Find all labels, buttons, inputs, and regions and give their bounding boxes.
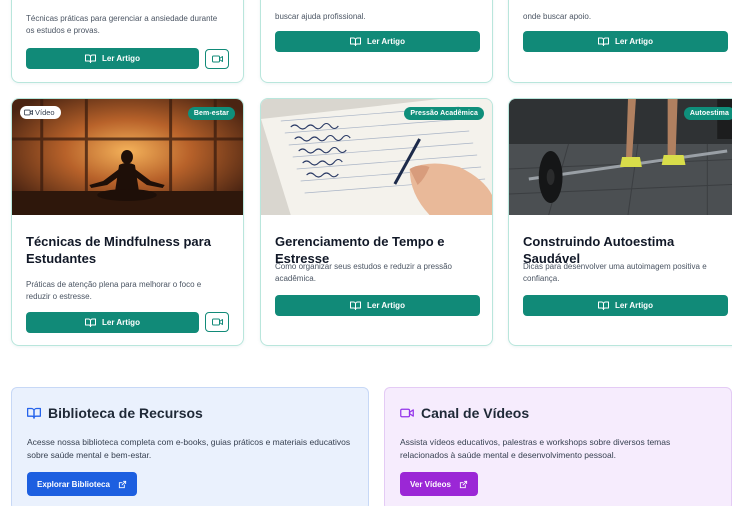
card-description: Como organizar seus estudos e reduzir a … xyxy=(275,262,452,283)
category-badge: Autoestima xyxy=(683,107,732,120)
watch-videos-label: Ver Vídeos xyxy=(410,479,451,489)
video-channel-title: Canal de Vídeos xyxy=(421,405,530,421)
book-open-icon xyxy=(85,54,97,63)
article-card-professional-help: buscar ajuda profissional. Ler Artigo xyxy=(260,0,493,83)
read-article-label: Ler Artigo xyxy=(367,37,405,46)
resource-library-title-row: Biblioteca de Recursos xyxy=(27,405,203,421)
book-open-icon xyxy=(598,301,610,310)
card-description: buscar ajuda profissional. xyxy=(275,12,366,21)
article-card-mindfulness: Vídeo Bem-estar Técnicas de Mindfulness … xyxy=(11,98,244,346)
video-camera-icon xyxy=(24,109,33,116)
article-card-support: onde buscar apoio. Ler Artigo xyxy=(508,0,732,83)
video-camera-icon xyxy=(400,408,414,418)
video-channel-title-row: Canal de Vídeos xyxy=(400,405,529,421)
read-article-label: Ler Artigo xyxy=(615,37,653,46)
read-article-button[interactable]: Ler Artigo xyxy=(26,312,199,333)
read-article-label: Ler Artigo xyxy=(102,318,140,327)
resource-library-description: Acesse nossa biblioteca completa com e-b… xyxy=(27,437,351,460)
card-description: Dicas para desenvolver uma autoimagem po… xyxy=(523,262,707,283)
book-open-icon xyxy=(598,37,610,46)
article-card-self-esteem: Autoestima Construindo Autoestima Saudáv… xyxy=(508,98,732,346)
video-channel-panel: Canal de Vídeos Assista vídeos educativo… xyxy=(384,387,732,506)
read-article-label: Ler Artigo xyxy=(367,301,405,310)
category-badge: Pressão Acadêmica xyxy=(404,107,484,120)
watch-video-button[interactable] xyxy=(205,312,229,332)
video-camera-icon xyxy=(211,55,223,63)
read-article-label: Ler Artigo xyxy=(615,301,653,310)
read-article-button[interactable]: Ler Artigo xyxy=(26,48,199,69)
category-badge: Bem-estar xyxy=(187,107,235,120)
watch-video-button[interactable] xyxy=(205,49,229,69)
video-channel-description: Assista vídeos educativos, palestras e w… xyxy=(400,437,671,460)
article-card-anxiety: Técnicas práticas para gerenciar a ansie… xyxy=(11,0,244,83)
read-article-button[interactable]: Ler Artigo xyxy=(275,31,480,52)
watch-videos-button[interactable]: Ver Vídeos xyxy=(400,472,478,496)
card-description: onde buscar apoio. xyxy=(523,12,592,21)
card-description: Práticas de atenção plena para melhorar … xyxy=(26,280,202,301)
article-card-time-management: Pressão Acadêmica Gerenciamento de Tempo… xyxy=(260,98,493,346)
video-camera-icon xyxy=(211,318,223,326)
resource-library-panel: Biblioteca de Recursos Acesse nossa bibl… xyxy=(11,387,369,506)
resource-library-title: Biblioteca de Recursos xyxy=(48,405,203,421)
book-open-icon xyxy=(85,318,97,327)
read-article-button[interactable]: Ler Artigo xyxy=(275,295,480,316)
book-open-icon xyxy=(350,37,362,46)
explore-library-button[interactable]: Explorar Biblioteca xyxy=(27,472,137,496)
explore-library-label: Explorar Biblioteca xyxy=(37,479,110,489)
read-article-label: Ler Artigo xyxy=(102,54,140,63)
external-link-icon xyxy=(459,480,468,489)
external-link-icon xyxy=(118,480,127,489)
card-title[interactable]: Técnicas de Mindfulness para Estudantes xyxy=(26,233,213,267)
video-chip: Vídeo xyxy=(20,106,61,119)
video-chip-label: Vídeo xyxy=(35,108,55,117)
book-open-icon xyxy=(27,407,41,419)
card-description: Técnicas práticas para gerenciar a ansie… xyxy=(26,14,218,35)
read-article-button[interactable]: Ler Artigo xyxy=(523,295,728,316)
read-article-button[interactable]: Ler Artigo xyxy=(523,31,728,52)
book-open-icon xyxy=(350,301,362,310)
